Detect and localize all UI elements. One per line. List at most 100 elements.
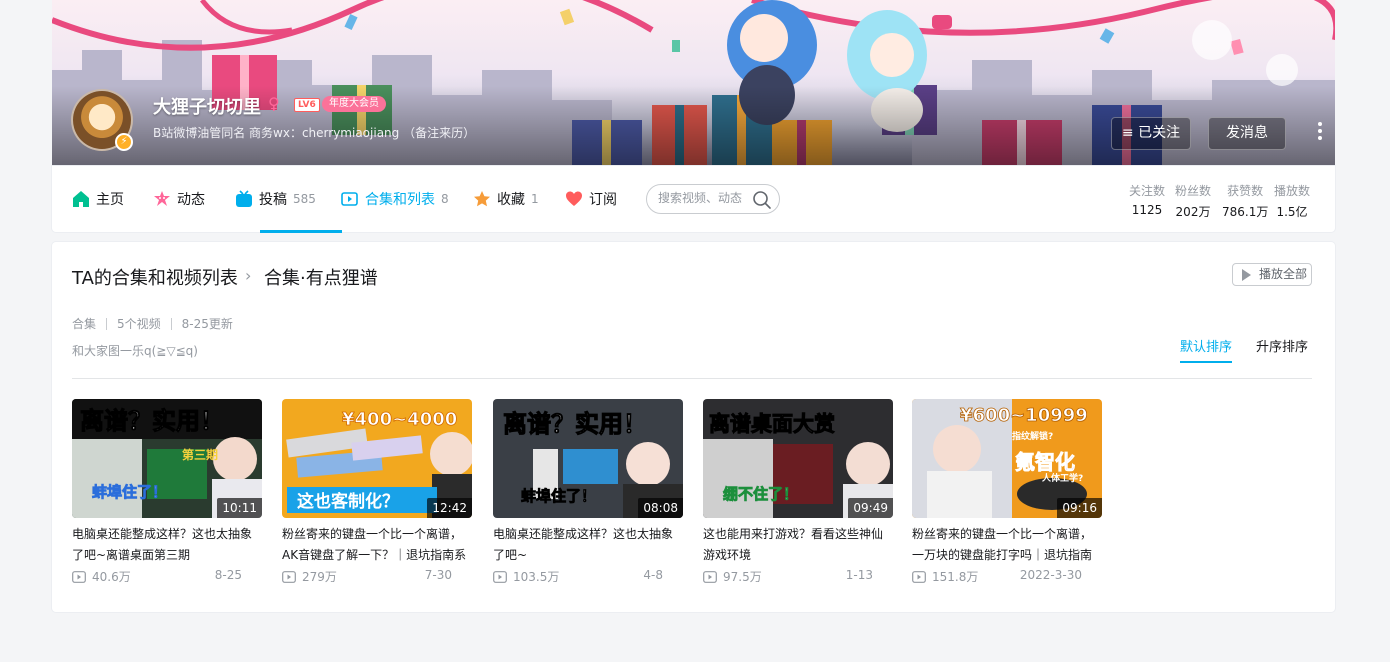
video-date: 4-8 [643,568,663,582]
breadcrumb-root[interactable]: TA的合集和视频列表 [72,264,238,290]
vip-badge[interactable]: 年度大会员 [322,96,386,112]
stat-label: 获赞数 [1227,184,1264,198]
thumbnail-tag-2: 人体工学? [1041,472,1083,484]
play-count-icon [493,570,507,583]
thumbnail-headline: 离谱？实用！ [80,407,224,435]
tab-uploads-count: 585 [293,192,316,206]
dynamic-icon [154,191,170,206]
thumbnail-subtitle: 绷不住了！ [723,485,798,503]
more-options-icon[interactable] [1315,122,1325,146]
thumbnail-tag: 第三期 [182,447,218,462]
play-icon [1242,269,1251,281]
tv-icon [236,190,252,207]
video-thumbnail[interactable]: 离谱？实用！ 蚌埠住了！ 08:08 [493,399,683,518]
video-duration: 09:49 [848,498,893,518]
tab-uploads-label: 投稿 [259,192,287,208]
video-title[interactable]: 粉丝寄来的键盘一个比一个离谱，一万块的键盘能打字吗｜退坑指南 [912,524,1102,566]
video-duration: 09:16 [1057,498,1102,518]
video-date: 1-13 [845,568,873,582]
username: 大狸子切切里 [153,97,261,118]
video-thumbnail[interactable]: ¥600~10999 指纹解锁? 氪智化 人体工学? 09:16 [912,399,1102,518]
video-views: 97.5万 [723,570,762,584]
stat-label: 粉丝数 [1175,184,1212,198]
level-badge: LV6 [294,98,320,112]
play-count-icon [72,570,86,583]
play-count-icon [703,570,717,583]
stat-value: 786.1万 [1222,205,1269,219]
send-message-button[interactable]: 发消息 [1208,117,1286,150]
tab-dynamic[interactable]: 动态 [153,166,205,232]
home-icon [73,191,89,207]
tab-collections-count: 8 [441,192,449,206]
play-count-icon [282,570,296,583]
video-views: 151.8万 [932,570,979,584]
video-thumbnail[interactable]: ¥400~4000 这也客制化？ 12:42 [282,399,472,518]
video-title[interactable]: 电脑桌还能整成这样？这也太抽象了吧~离谱桌面第三期 [72,524,262,566]
stat-plays: 播放数 1.5亿 [1274,182,1310,220]
verified-badge-icon: ⚡ [115,133,133,151]
video-views: 103.5万 [513,570,560,584]
thumbnail-headline: ¥600~10999 [960,405,1088,426]
sort-default-tab[interactable]: 默认排序 [1180,336,1233,363]
video-card[interactable]: 离谱桌面大赏 绷不住了！ 09:49 这也能用来打游戏？看看这些神仙游戏环境 9… [703,399,893,585]
video-card[interactable]: 离谱？实用！ 蚌埠住了！ 08:08 电脑桌还能整成这样？这也太抽象了吧~ 10… [493,399,683,585]
video-date: 7-30 [424,568,452,582]
profile-banner: ⚡ 大狸子切切里 ♀ LV6 年度大会员 B站微博油管同名 商务wx：cherr… [52,0,1335,166]
video-thumbnail[interactable]: 离谱？实用！ 第三期 蚌埠住了！ 10:11 [72,399,262,518]
stat-value: 1125 [1131,203,1163,217]
video-views: 40.6万 [92,570,131,584]
active-tab-indicator [260,230,342,233]
video-card[interactable]: 离谱？实用！ 第三期 蚌埠住了！ 10:11 电脑桌还能整成这样？这也太抽象了吧… [72,399,262,585]
followed-button[interactable]: ≡ 已关注 [1111,117,1191,150]
collection-description: 和大家图一乐q(≧▽≦q) [72,344,198,358]
play-all-button[interactable]: 播放全部 [1232,263,1312,286]
stat-label: 关注数 [1129,184,1166,198]
space-search[interactable] [646,184,780,214]
followed-button-label: 已关注 [1138,125,1181,141]
video-card[interactable]: ¥400~4000 这也客制化？ 12:42 粉丝寄来的键盘一个比一个离谱，AK… [282,399,472,585]
video-title[interactable]: 电脑桌还能整成这样？这也太抽象了吧~ [493,524,683,566]
tab-subscriptions-label: 订阅 [589,192,617,208]
video-duration: 12:42 [427,498,472,518]
tab-dynamic-label: 动态 [177,192,205,208]
stat-followers[interactable]: 粉丝数 202万 [1175,182,1211,220]
video-title[interactable]: 粉丝寄来的键盘一个比一个离谱，AK音键盘了解一下？｜退坑指南系 [282,524,472,566]
search-icon[interactable] [752,190,772,210]
video-duration: 10:11 [217,498,262,518]
thumbnail-headline: 离谱？实用！ [503,410,647,438]
video-duration: 08:08 [638,498,683,518]
search-input[interactable] [658,191,748,205]
star-icon [474,191,490,207]
play-count-icon [912,570,926,583]
meta-type: 合集 [72,317,97,331]
female-gender-icon: ♀ [268,94,280,113]
tab-subscriptions[interactable]: 订阅 [565,166,617,232]
collection-panel: TA的合集和视频列表 › 合集·有点狸谱 播放全部 合集 5个视频 8-25更新… [52,242,1335,612]
tab-home-label: 主页 [96,192,124,208]
tab-collections-label: 合集和列表 [365,192,435,208]
video-card[interactable]: ¥600~10999 指纹解锁? 氪智化 人体工学? 09:16 粉丝寄来的键盘… [912,399,1102,585]
tab-collections[interactable]: 合集和列表 8 [341,166,449,232]
video-date: 8-25 [214,568,242,582]
tab-home[interactable]: 主页 [72,166,124,232]
meta-divider [106,317,108,330]
breadcrumb-separator-icon: › [245,266,252,285]
video-title[interactable]: 这也能用来打游戏？看看这些神仙游戏环境 [703,524,893,566]
video-thumbnail[interactable]: 离谱桌面大赏 绷不住了！ 09:49 [703,399,893,518]
meta-video-count: 5个视频 [117,317,161,331]
menu-icon: ≡ [1121,125,1134,141]
video-date: 2022-3-30 [1019,568,1082,582]
stat-label: 播放数 [1274,184,1311,198]
stat-following[interactable]: 关注数 1125 [1129,182,1165,217]
sort-ascending-tab[interactable]: 升序排序 [1256,336,1308,355]
tab-favorites[interactable]: 收藏 1 [473,166,539,232]
meta-updated: 8-25更新 [181,317,233,331]
thumbnail-subtitle: 氪智化 [1015,450,1075,474]
collection-meta: 合集 5个视频 8-25更新 [72,315,233,332]
profile-nav-bar: 主页 动态 投稿 585 合集和列表 8 收藏 1 订阅 关注数 1125 粉丝… [52,166,1335,233]
thumbnail-headline: ¥400~4000 [342,409,457,430]
user-signature: B站微博油管同名 商务wx：cherrymiaojiang （备注来历） [153,126,476,140]
heart-icon [566,191,582,206]
tab-uploads[interactable]: 投稿 585 [235,166,316,232]
thumbnail-headline: 离谱桌面大赏 [709,412,835,436]
